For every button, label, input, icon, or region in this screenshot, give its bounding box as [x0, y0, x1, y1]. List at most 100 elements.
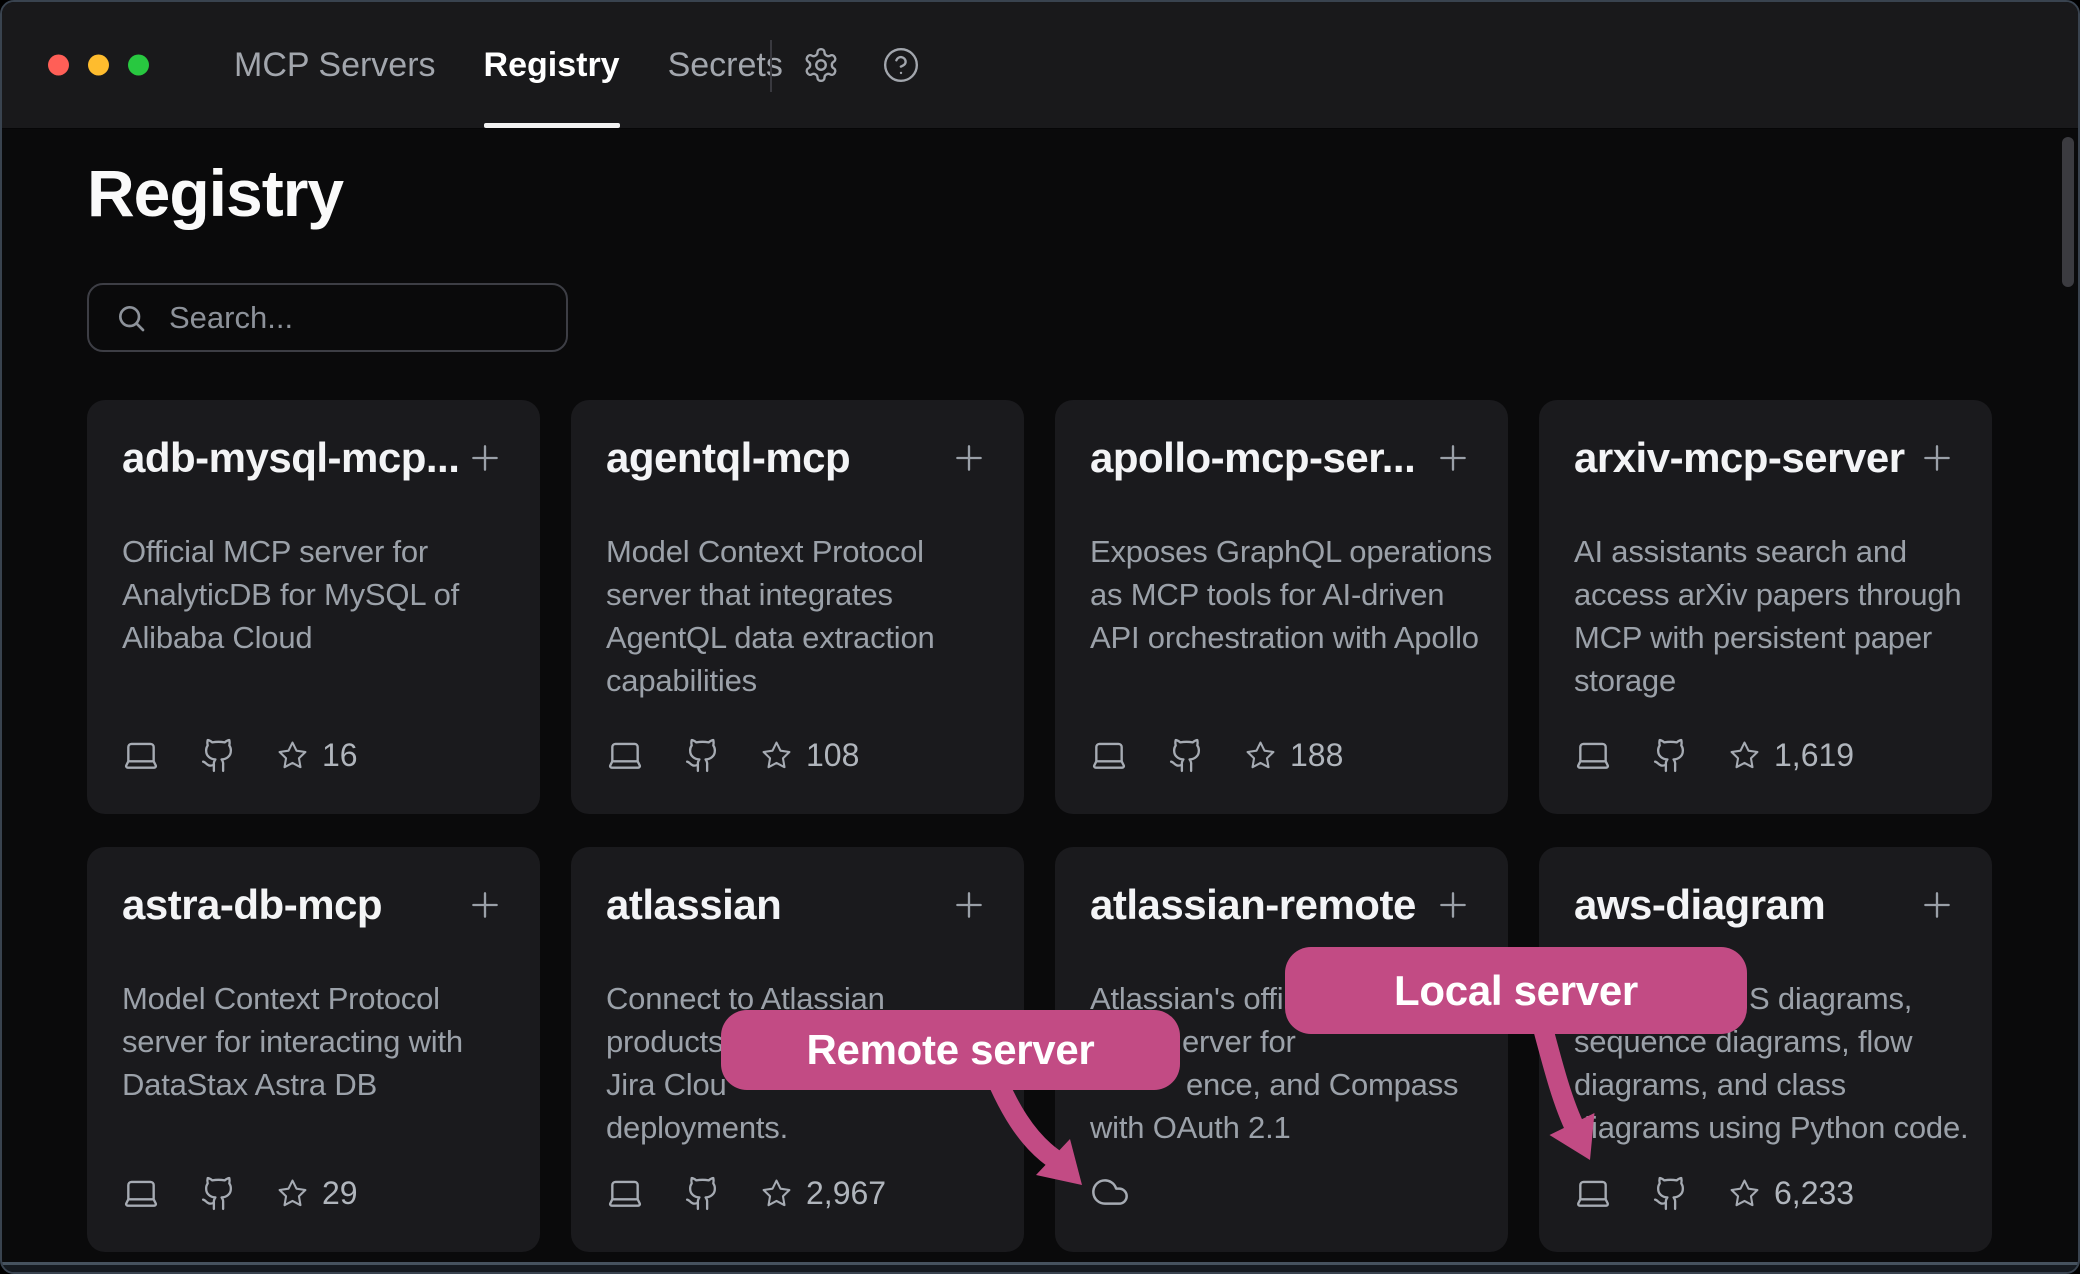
server-card-agentql-mcp[interactable]: agentql-mcp Model Context Protocol serve… [571, 400, 1024, 814]
description-line: server for interacting with [122, 1020, 505, 1063]
local-server-arrow [1510, 1012, 1630, 1182]
star-count: 1,619 [1774, 737, 1854, 774]
card-footer: 2,967 [606, 1174, 989, 1212]
server-description: Official MCP server for AnalyticDB for M… [122, 530, 505, 659]
description-line: diagrams, and class [1574, 1063, 1957, 1106]
card-footer: 16 [122, 736, 505, 774]
close-button[interactable] [48, 55, 69, 76]
search-input[interactable] [167, 299, 540, 337]
laptop-icon [1090, 736, 1128, 774]
server-card-astra-db-mcp[interactable]: astra-db-mcp Model Context Protocol serv… [87, 847, 540, 1252]
description-line: AI assistants search and [1574, 530, 1957, 573]
description-line: deployments. [606, 1106, 989, 1149]
description-line: access arXiv papers through [1574, 573, 1957, 616]
server-card-apollo-mcp-server[interactable]: apollo-mcp-ser... Exposes GraphQL operat… [1055, 400, 1508, 814]
description-line: storage [1574, 659, 1957, 702]
star-icon [761, 740, 792, 771]
description-line: AnalyticDB for MySQL of [122, 573, 505, 616]
github-icon [1652, 737, 1689, 774]
window-bottom-fill [2, 1265, 2078, 1272]
card-footer: 108 [606, 736, 989, 774]
description-line: Alibaba Cloud [122, 616, 505, 659]
server-description: AI assistants search and access arXiv pa… [1574, 530, 1957, 702]
tab-secrets[interactable]: Secrets [668, 2, 783, 128]
laptop-icon [122, 736, 160, 774]
github-icon [684, 1175, 721, 1212]
description-line: diagrams using Python code. [1574, 1106, 1957, 1149]
add-server-button[interactable] [1433, 438, 1473, 478]
card-footer: 188 [1090, 736, 1473, 774]
description-line: server that integrates [606, 573, 989, 616]
github-icon [200, 737, 237, 774]
titlebar: MCP Servers Registry Secrets [2, 2, 2078, 129]
add-server-button[interactable] [1433, 885, 1473, 925]
tab-mcp-servers[interactable]: MCP Servers [234, 2, 436, 128]
server-name: atlassian [606, 881, 781, 929]
description-line: Model Context Protocol [122, 977, 505, 1020]
star-icon [1729, 1178, 1760, 1209]
card-footer: 1,619 [1574, 736, 1957, 774]
laptop-icon [606, 1174, 644, 1212]
titlebar-actions [802, 46, 920, 84]
description-line: MCP with persistent paper [1574, 616, 1957, 659]
search-box[interactable] [87, 283, 568, 352]
description-line: API orchestration with Apollo [1090, 616, 1473, 659]
add-server-button[interactable] [465, 885, 505, 925]
app-window: MCP Servers Registry Secrets Registry [0, 0, 2080, 1274]
star-icon [277, 1178, 308, 1209]
star-count: 29 [322, 1175, 358, 1212]
server-name: apollo-mcp-ser... [1090, 434, 1415, 482]
description-line: with OAuth 2.1 [1090, 1106, 1473, 1149]
laptop-icon [1574, 736, 1612, 774]
card-footer [1090, 1172, 1473, 1212]
github-icon [1652, 1175, 1689, 1212]
server-name: aws-diagram [1574, 881, 1825, 929]
traffic-lights [48, 55, 149, 76]
minimize-button[interactable] [88, 55, 109, 76]
server-card-adb-mysql-mcp[interactable]: adb-mysql-mcp... Official MCP server for… [87, 400, 540, 814]
star-icon [1245, 740, 1276, 771]
add-server-button[interactable] [949, 885, 989, 925]
local-server-callout: Local server [1285, 947, 1747, 1034]
server-name: astra-db-mcp [122, 881, 382, 929]
add-server-button[interactable] [949, 438, 989, 478]
help-icon[interactable] [882, 46, 920, 84]
star-count: 2,967 [806, 1175, 886, 1212]
add-server-button[interactable] [1917, 438, 1957, 478]
settings-icon[interactable] [802, 46, 840, 84]
star-count: 188 [1290, 737, 1343, 774]
star-icon [761, 1178, 792, 1209]
github-icon [1168, 737, 1205, 774]
server-description: Exposes GraphQL operations as MCP tools … [1090, 530, 1473, 659]
add-server-button[interactable] [1917, 885, 1957, 925]
description-line: AgentQL data extraction [606, 616, 989, 659]
scrollbar-thumb[interactable] [2062, 137, 2074, 287]
zoom-button[interactable] [128, 55, 149, 76]
star-count: 108 [806, 737, 859, 774]
description-line: as MCP tools for AI-driven [1090, 573, 1473, 616]
description-line: capabilities [606, 659, 989, 702]
search-icon [115, 302, 147, 334]
star-count: 6,233 [1774, 1175, 1854, 1212]
server-name: adb-mysql-mcp... [122, 434, 459, 482]
laptop-icon [606, 736, 644, 774]
server-card-arxiv-mcp-server[interactable]: arxiv-mcp-server AI assistants search an… [1539, 400, 1992, 814]
description-line: DataStax Astra DB [122, 1063, 505, 1106]
server-name: arxiv-mcp-server [1574, 434, 1905, 482]
description-line: Official MCP server for [122, 530, 505, 573]
nav-tabs: MCP Servers Registry Secrets [234, 2, 783, 128]
remote-server-callout: Remote server [721, 1010, 1180, 1090]
star-icon [1729, 740, 1760, 771]
laptop-icon [122, 1174, 160, 1212]
github-icon [684, 737, 721, 774]
tab-registry[interactable]: Registry [484, 2, 620, 128]
add-server-button[interactable] [465, 438, 505, 478]
card-footer: 6,233 [1574, 1174, 1957, 1212]
server-name: agentql-mcp [606, 434, 850, 482]
server-name: atlassian-remote [1090, 881, 1416, 929]
page-title: Registry [87, 160, 343, 226]
description-line: Model Context Protocol [606, 530, 989, 573]
star-icon [277, 740, 308, 771]
card-footer: 29 [122, 1174, 505, 1212]
description-line: Exposes GraphQL operations [1090, 530, 1473, 573]
